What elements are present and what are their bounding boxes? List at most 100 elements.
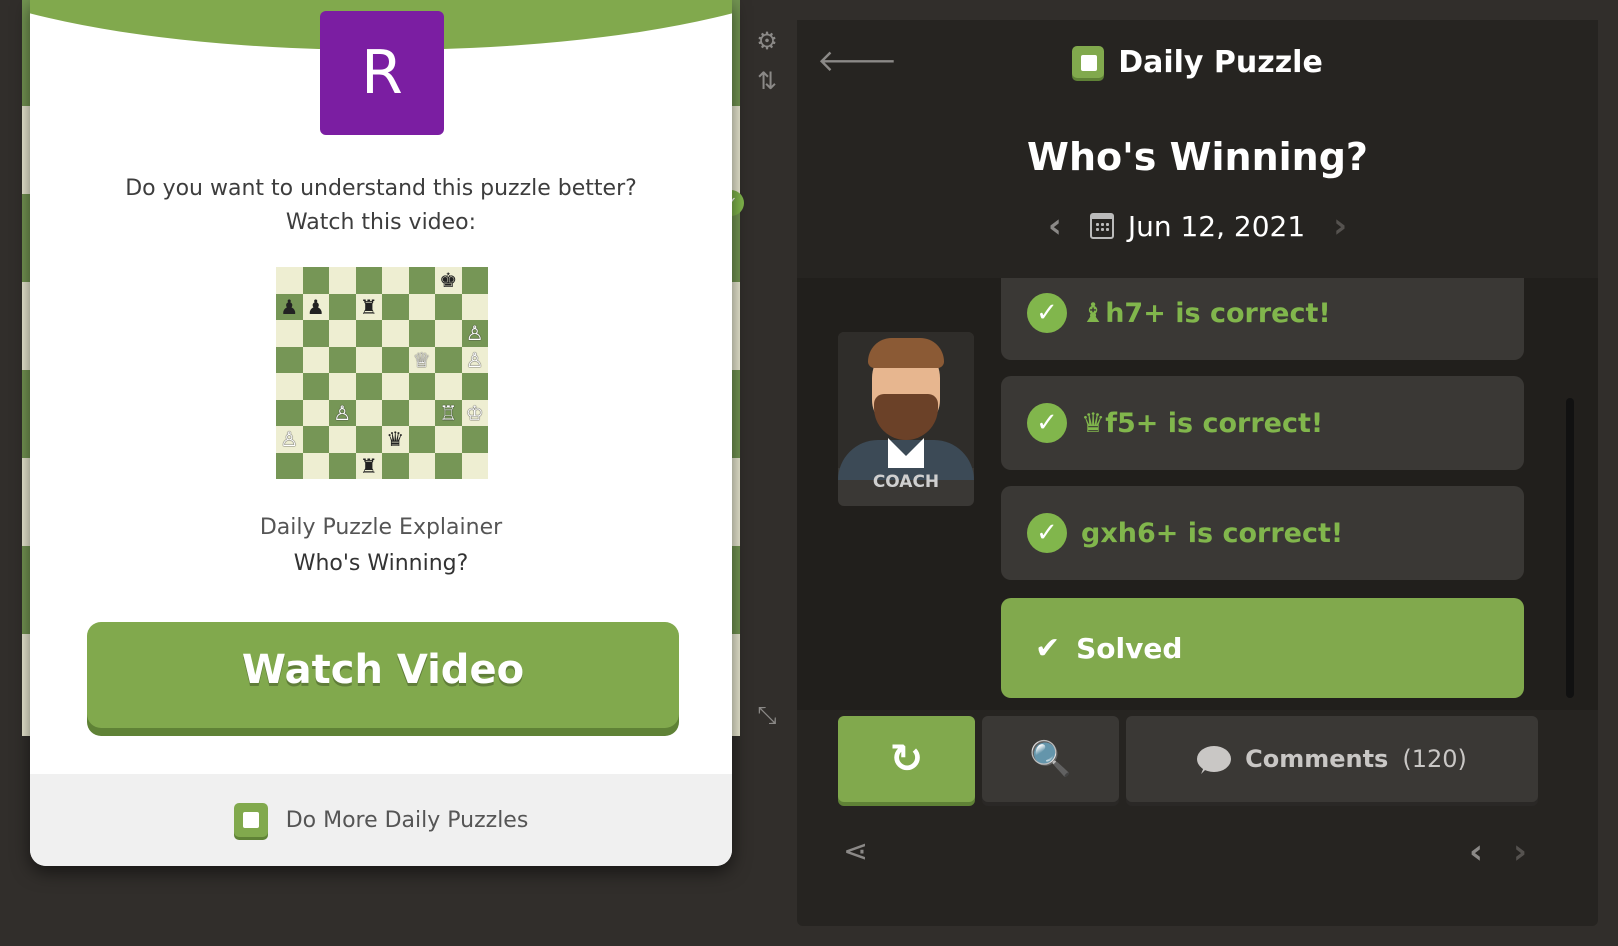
solved-label: Solved — [1076, 631, 1183, 665]
board-square — [408, 267, 435, 294]
puzzle-date[interactable]: Jun 12, 2021 — [1128, 210, 1305, 243]
board-square — [382, 346, 409, 373]
board-square: ♔ — [461, 399, 488, 426]
caption-line-1: Daily Puzzle Explainer — [259, 515, 503, 540]
board-square — [302, 426, 329, 453]
caption-line-2: Who's Winning? — [293, 551, 469, 576]
panel-header: 🡐 Daily Puzzle Who's Winning? ‹ Jun 12, … — [797, 20, 1598, 278]
comments-count: (120) — [1402, 745, 1467, 773]
board-square — [302, 373, 329, 400]
board-square — [355, 426, 382, 453]
more-puzzles-link[interactable]: Do More Daily Puzzles — [30, 774, 732, 866]
board-square: ♙ — [329, 399, 356, 426]
board-square: ♚ — [435, 267, 462, 294]
board-square — [382, 267, 409, 294]
board-square — [276, 452, 303, 479]
checkmark-icon: ✔ — [1035, 630, 1061, 666]
coach-avatar — [838, 332, 974, 480]
board-square: ♛ — [382, 426, 409, 453]
next-puzzle-chevron-icon[interactable]: › — [1513, 832, 1527, 872]
board-square — [461, 267, 488, 294]
board-square — [302, 267, 329, 294]
explainer-video-modal: R Do you want to understand this puzzle … — [30, 0, 732, 866]
board-square: ♟ — [276, 293, 303, 320]
move-feedback-card: ✓ ♝h7+ is correct! — [1001, 278, 1524, 360]
move-feed: COACH ✓ ♝h7+ is correct! ✓ ♛f5+ is corre… — [797, 278, 1598, 710]
board-square — [329, 373, 356, 400]
action-buttons: ↻ 🔍 Comments (120) — [797, 716, 1598, 808]
next-day-chevron-icon[interactable]: › — [1333, 206, 1347, 246]
calendar-icon[interactable] — [1089, 213, 1114, 239]
board-square — [276, 373, 303, 400]
check-circle-icon: ✓ — [1027, 513, 1067, 553]
chess-piece: ♜ — [359, 453, 378, 478]
previous-puzzle-chevron-icon[interactable]: ‹ — [1469, 832, 1483, 872]
chess-piece: ♟ — [306, 294, 325, 319]
question-line-1: Do you want to understand this puzzle be… — [125, 176, 637, 201]
share-icon[interactable]: ⋖ — [843, 834, 868, 869]
chess-piece: ♙ — [333, 400, 352, 425]
chess-piece: ♔ — [465, 400, 484, 425]
board-square — [408, 452, 435, 479]
daily-puzzle-icon — [233, 803, 268, 837]
board-square — [329, 267, 356, 294]
move-feedback-text: ♛f5+ is correct! — [1081, 407, 1324, 439]
chess-piece: ♛ — [386, 427, 405, 451]
board-square — [355, 399, 382, 426]
board-square — [408, 320, 435, 347]
comments-button[interactable]: Comments (120) — [1126, 716, 1538, 802]
board-square — [461, 426, 488, 453]
board-square: ♖ — [435, 399, 462, 426]
chess-piece: ♜ — [359, 294, 378, 319]
analysis-button[interactable]: 🔍 — [982, 716, 1119, 802]
board-square — [329, 293, 356, 320]
modal-question: Do you want to understand this puzzle be… — [30, 172, 732, 240]
board-square — [461, 293, 488, 320]
gear-icon[interactable]: ⚙ — [754, 28, 780, 54]
avatar: R — [320, 11, 444, 135]
board-square — [329, 426, 356, 453]
retry-button[interactable]: ↻ — [838, 716, 975, 802]
board-square — [435, 373, 462, 400]
board-square — [302, 346, 329, 373]
check-circle-icon: ✓ — [1027, 293, 1067, 333]
daily-puzzle-panel: 🡐 Daily Puzzle Who's Winning? ‹ Jun 12, … — [797, 20, 1598, 926]
board-square — [382, 293, 409, 320]
board-square — [461, 373, 488, 400]
chess-piece: ♖ — [439, 400, 458, 425]
move-feedback-text: ♝h7+ is correct! — [1081, 297, 1331, 329]
board-square: ♙ — [461, 346, 488, 373]
solved-banner: ✔ Solved — [1001, 598, 1524, 698]
board-square — [382, 399, 409, 426]
feed-scrollbar[interactable] — [1566, 398, 1574, 698]
move-feedback-text: gxh6+ is correct! — [1081, 517, 1344, 549]
daily-puzzle-icon — [1072, 46, 1105, 78]
video-thumbnail-board[interactable]: ♚ ♟ ♟ ♜ ♙ ♕ ♙ ♙ ♖ ♔ ♙ ♛ ♜ — [276, 267, 488, 479]
board-square — [329, 320, 356, 347]
board-square — [355, 267, 382, 294]
board-square — [302, 320, 329, 347]
board-square — [435, 293, 462, 320]
video-caption: Daily Puzzle Explainer Who's Winning? — [30, 510, 732, 582]
board-square — [435, 346, 462, 373]
board-square — [435, 320, 462, 347]
board-square — [302, 452, 329, 479]
watch-video-button[interactable]: Watch Video — [87, 622, 679, 728]
board-square — [408, 426, 435, 453]
chat-bubble-icon — [1197, 746, 1232, 772]
board-square — [355, 346, 382, 373]
previous-day-chevron-icon[interactable]: ‹ — [1048, 206, 1062, 246]
board-square — [276, 346, 303, 373]
move-feedback-card: ✓ gxh6+ is correct! — [1001, 486, 1524, 580]
chess-piece: ♚ — [439, 268, 458, 292]
coach-card: COACH — [838, 332, 974, 506]
board-square — [435, 452, 462, 479]
board-square — [329, 452, 356, 479]
board-square — [408, 373, 435, 400]
board-square — [329, 346, 356, 373]
chess-piece: ♙ — [465, 347, 484, 372]
expand-icon[interactable]: ⤡ — [754, 702, 780, 728]
flip-board-icon[interactable]: ⇅ — [754, 68, 780, 94]
puzzle-name: Who's Winning? — [1027, 135, 1368, 179]
retry-icon: ↻ — [889, 736, 924, 782]
